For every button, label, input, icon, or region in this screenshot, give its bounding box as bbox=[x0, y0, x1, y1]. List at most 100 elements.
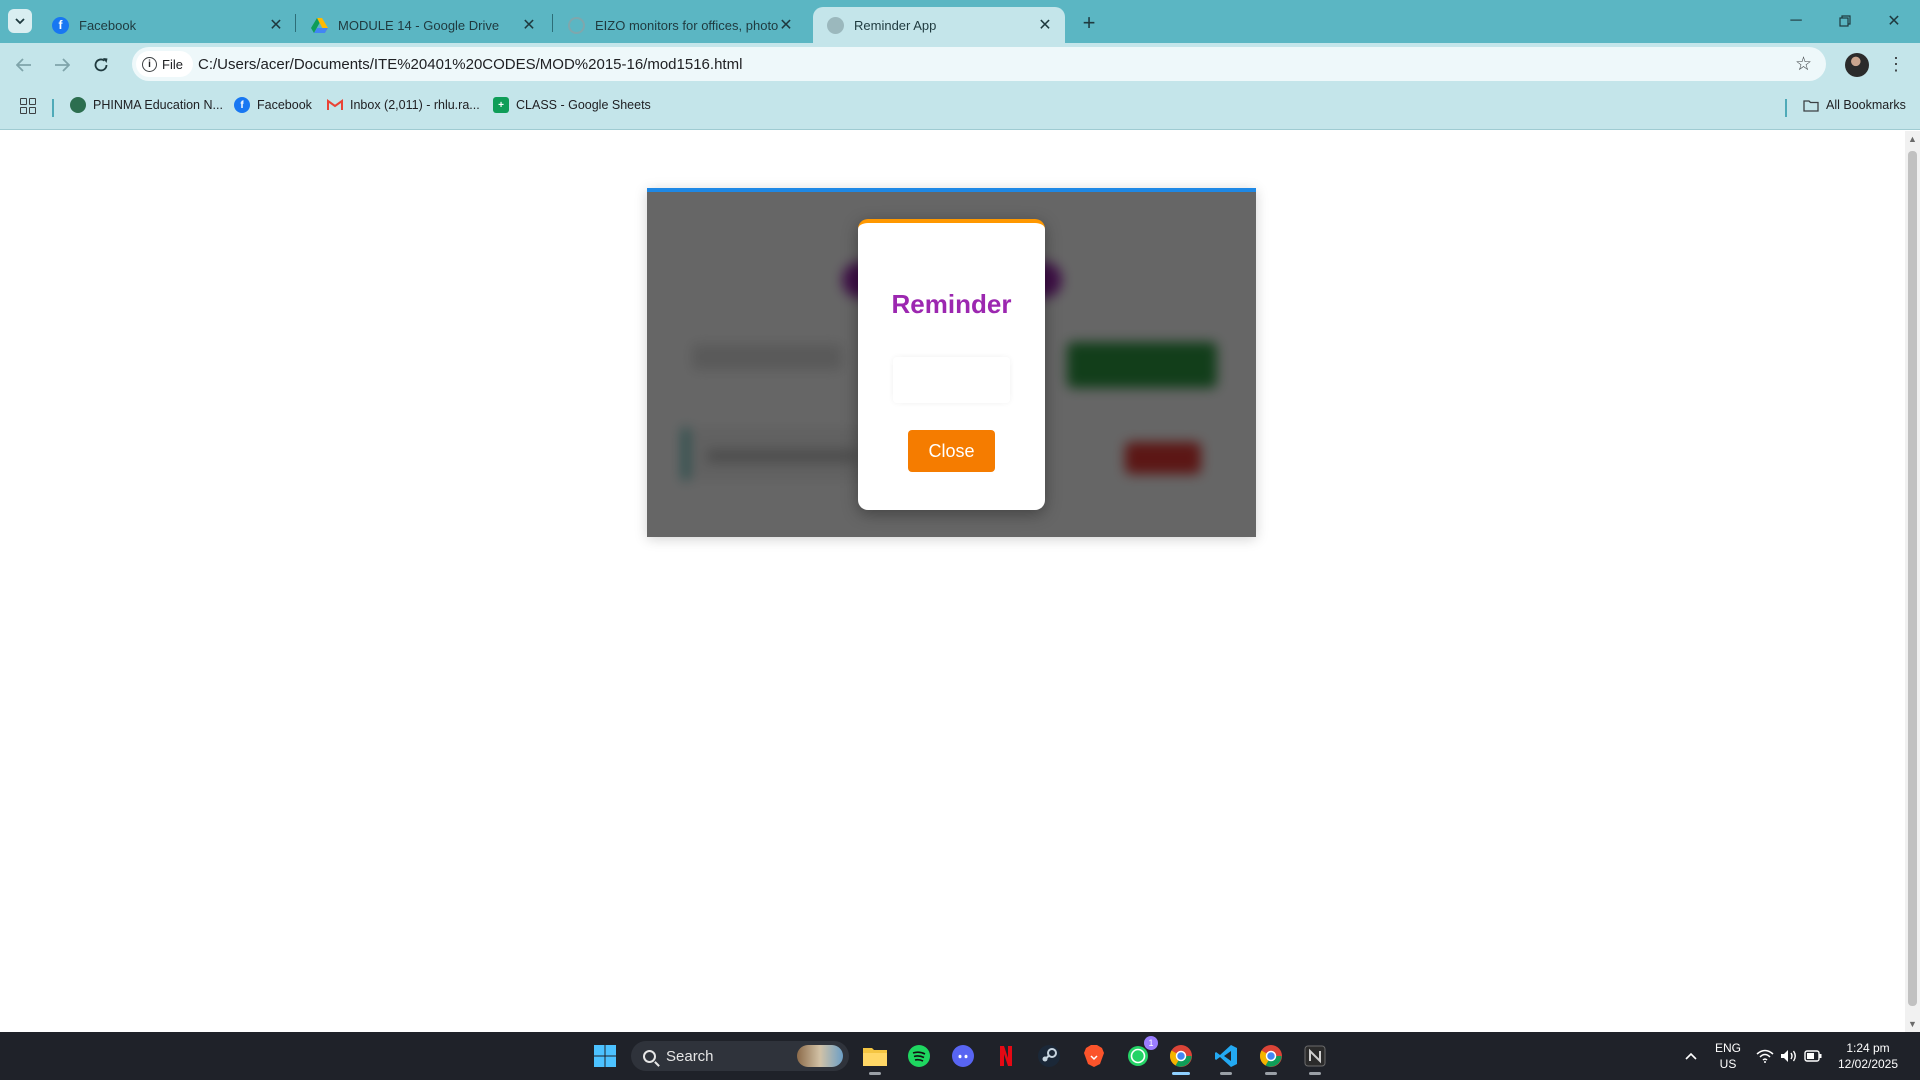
vscode-button[interactable] bbox=[1211, 1041, 1241, 1075]
show-hidden-icons-button[interactable] bbox=[1676, 1041, 1706, 1071]
wifi-icon bbox=[1756, 1049, 1774, 1063]
taskbar-search[interactable]: Search bbox=[631, 1041, 849, 1071]
new-tab-button[interactable]: + bbox=[1076, 10, 1102, 36]
notification-badge: 1 bbox=[1144, 1036, 1158, 1050]
chrome-profile-button[interactable] bbox=[1256, 1041, 1286, 1075]
bookmark-separator bbox=[1785, 99, 1787, 117]
restore-icon bbox=[1839, 15, 1851, 27]
tab-close-button[interactable]: ✕ bbox=[521, 17, 537, 34]
google-drive-icon bbox=[311, 17, 328, 34]
language-label: ENG bbox=[1714, 1041, 1741, 1055]
brave-icon bbox=[1084, 1045, 1104, 1067]
bookmark-gmail[interactable]: Inbox (2,011) - rhlu.ra... bbox=[327, 97, 480, 113]
tab-eizo[interactable]: EIZO monitors for offices, photos ✕ bbox=[554, 7, 806, 43]
tab-separator bbox=[552, 14, 553, 32]
running-indicator bbox=[1220, 1072, 1232, 1075]
windows-logo-icon bbox=[594, 1045, 616, 1067]
folder-icon bbox=[863, 1048, 887, 1066]
bookmark-label: All Bookmarks bbox=[1826, 98, 1906, 112]
tab-title: Reminder App bbox=[854, 17, 937, 33]
url-text[interactable]: C:/Users/acer/Documents/ITE%20401%20CODE… bbox=[198, 56, 742, 73]
whatsapp-button[interactable]: 1 bbox=[1123, 1036, 1158, 1071]
scroll-thumb[interactable] bbox=[1908, 151, 1917, 1006]
google-sheets-icon: + bbox=[493, 97, 509, 113]
notion-icon bbox=[1304, 1045, 1326, 1067]
address-bar[interactable]: i File C:/Users/acer/Documents/ITE%20401… bbox=[132, 47, 1826, 81]
bookmarks-bar: PHINMA Education N... f Facebook Inbox (… bbox=[0, 85, 1920, 130]
facebook-icon: f bbox=[52, 16, 69, 34]
page-scrollbar[interactable]: ▲ ▼ bbox=[1905, 131, 1920, 1032]
windows-start-button[interactable] bbox=[590, 1041, 620, 1071]
tab-close-button[interactable]: ✕ bbox=[268, 17, 284, 34]
brave-button[interactable] bbox=[1079, 1041, 1109, 1071]
spotify-icon bbox=[908, 1045, 930, 1067]
tab-search-button[interactable] bbox=[8, 9, 32, 33]
search-highlight-image bbox=[797, 1045, 843, 1067]
date-label: 12/02/2025 bbox=[1837, 1057, 1899, 1071]
running-indicator bbox=[1265, 1072, 1277, 1075]
language-indicator[interactable]: ENG US bbox=[1712, 1040, 1744, 1072]
steam-button[interactable] bbox=[1034, 1041, 1064, 1071]
tab-close-button[interactable]: ✕ bbox=[778, 17, 794, 34]
bookmark-star-icon[interactable]: ☆ bbox=[1795, 53, 1812, 76]
running-indicator bbox=[1309, 1072, 1321, 1075]
apps-grid-icon[interactable] bbox=[20, 98, 36, 114]
tab-google-drive[interactable]: MODULE 14 - Google Drive ✕ bbox=[297, 7, 549, 43]
minimize-button[interactable]: ─ bbox=[1773, 6, 1819, 36]
all-bookmarks[interactable]: All Bookmarks bbox=[1803, 97, 1906, 113]
arrow-right-icon bbox=[55, 58, 70, 72]
tab-title: Facebook bbox=[79, 17, 137, 33]
spotify-button[interactable] bbox=[904, 1041, 934, 1071]
bookmark-label: PHINMA Education N... bbox=[93, 98, 223, 112]
tab-separator bbox=[295, 14, 296, 32]
browser-toolbar: i File C:/Users/acer/Documents/ITE%20401… bbox=[0, 43, 1920, 85]
windows-taskbar: Search 1 ENG US 1:24 pm 12/02/2025 bbox=[0, 1032, 1920, 1080]
profile-avatar[interactable] bbox=[1845, 53, 1869, 77]
bookmark-facebook[interactable]: f Facebook bbox=[234, 97, 312, 113]
clock[interactable]: 1:24 pm 12/02/2025 bbox=[1832, 1040, 1904, 1072]
region-label: US bbox=[1719, 1057, 1737, 1071]
bookmark-label: CLASS - Google Sheets bbox=[516, 98, 651, 112]
tab-facebook[interactable]: f Facebook ✕ bbox=[38, 7, 296, 43]
steam-icon bbox=[1038, 1045, 1060, 1067]
chevron-up-icon bbox=[1685, 1052, 1697, 1060]
restore-button[interactable] bbox=[1822, 6, 1868, 36]
netflix-button[interactable] bbox=[991, 1041, 1021, 1071]
notion-button[interactable] bbox=[1300, 1041, 1330, 1075]
scroll-up-arrow-icon[interactable]: ▲ bbox=[1908, 134, 1917, 144]
reload-icon bbox=[94, 58, 108, 72]
reload-button[interactable] bbox=[86, 50, 116, 80]
battery-icon bbox=[1804, 1050, 1822, 1062]
reminder-modal: Reminder Close bbox=[858, 219, 1045, 510]
chrome-button[interactable] bbox=[1166, 1041, 1196, 1075]
phinma-icon bbox=[70, 97, 86, 113]
gmail-icon bbox=[327, 97, 343, 113]
close-window-button[interactable]: ✕ bbox=[1871, 6, 1917, 36]
vscode-icon bbox=[1215, 1045, 1237, 1067]
bookmark-label: Facebook bbox=[257, 98, 312, 112]
chevron-down-icon bbox=[15, 17, 25, 24]
active-window-indicator bbox=[1172, 1072, 1190, 1075]
close-modal-button[interactable]: Close bbox=[908, 430, 995, 472]
discord-button[interactable] bbox=[948, 1041, 978, 1071]
scroll-down-arrow-icon[interactable]: ▼ bbox=[1908, 1019, 1917, 1029]
info-icon: i bbox=[142, 56, 157, 72]
tab-reminder-app[interactable]: Reminder App ✕ bbox=[813, 7, 1065, 43]
time-label: 1:24 pm bbox=[1846, 1041, 1890, 1055]
bookmark-phinma[interactable]: PHINMA Education N... bbox=[70, 97, 223, 113]
site-info-chip[interactable]: i File bbox=[136, 51, 193, 77]
battery-button[interactable] bbox=[1798, 1041, 1828, 1071]
tab-title: EIZO monitors for offices, photos bbox=[595, 17, 778, 33]
browser-menu-button[interactable]: ⋮ bbox=[1886, 51, 1906, 77]
tab-close-button[interactable]: ✕ bbox=[1037, 17, 1053, 34]
file-explorer-button[interactable] bbox=[860, 1041, 890, 1075]
tab-title: MODULE 14 - Google Drive bbox=[338, 17, 500, 33]
arrow-left-icon bbox=[16, 58, 31, 72]
netflix-icon bbox=[1000, 1046, 1012, 1066]
back-button[interactable] bbox=[9, 50, 39, 80]
discord-icon bbox=[952, 1045, 974, 1067]
bookmark-separator bbox=[52, 99, 54, 117]
chip-label: File bbox=[162, 56, 183, 72]
forward-button[interactable] bbox=[47, 50, 77, 80]
bookmark-sheets[interactable]: + CLASS - Google Sheets bbox=[493, 97, 651, 113]
